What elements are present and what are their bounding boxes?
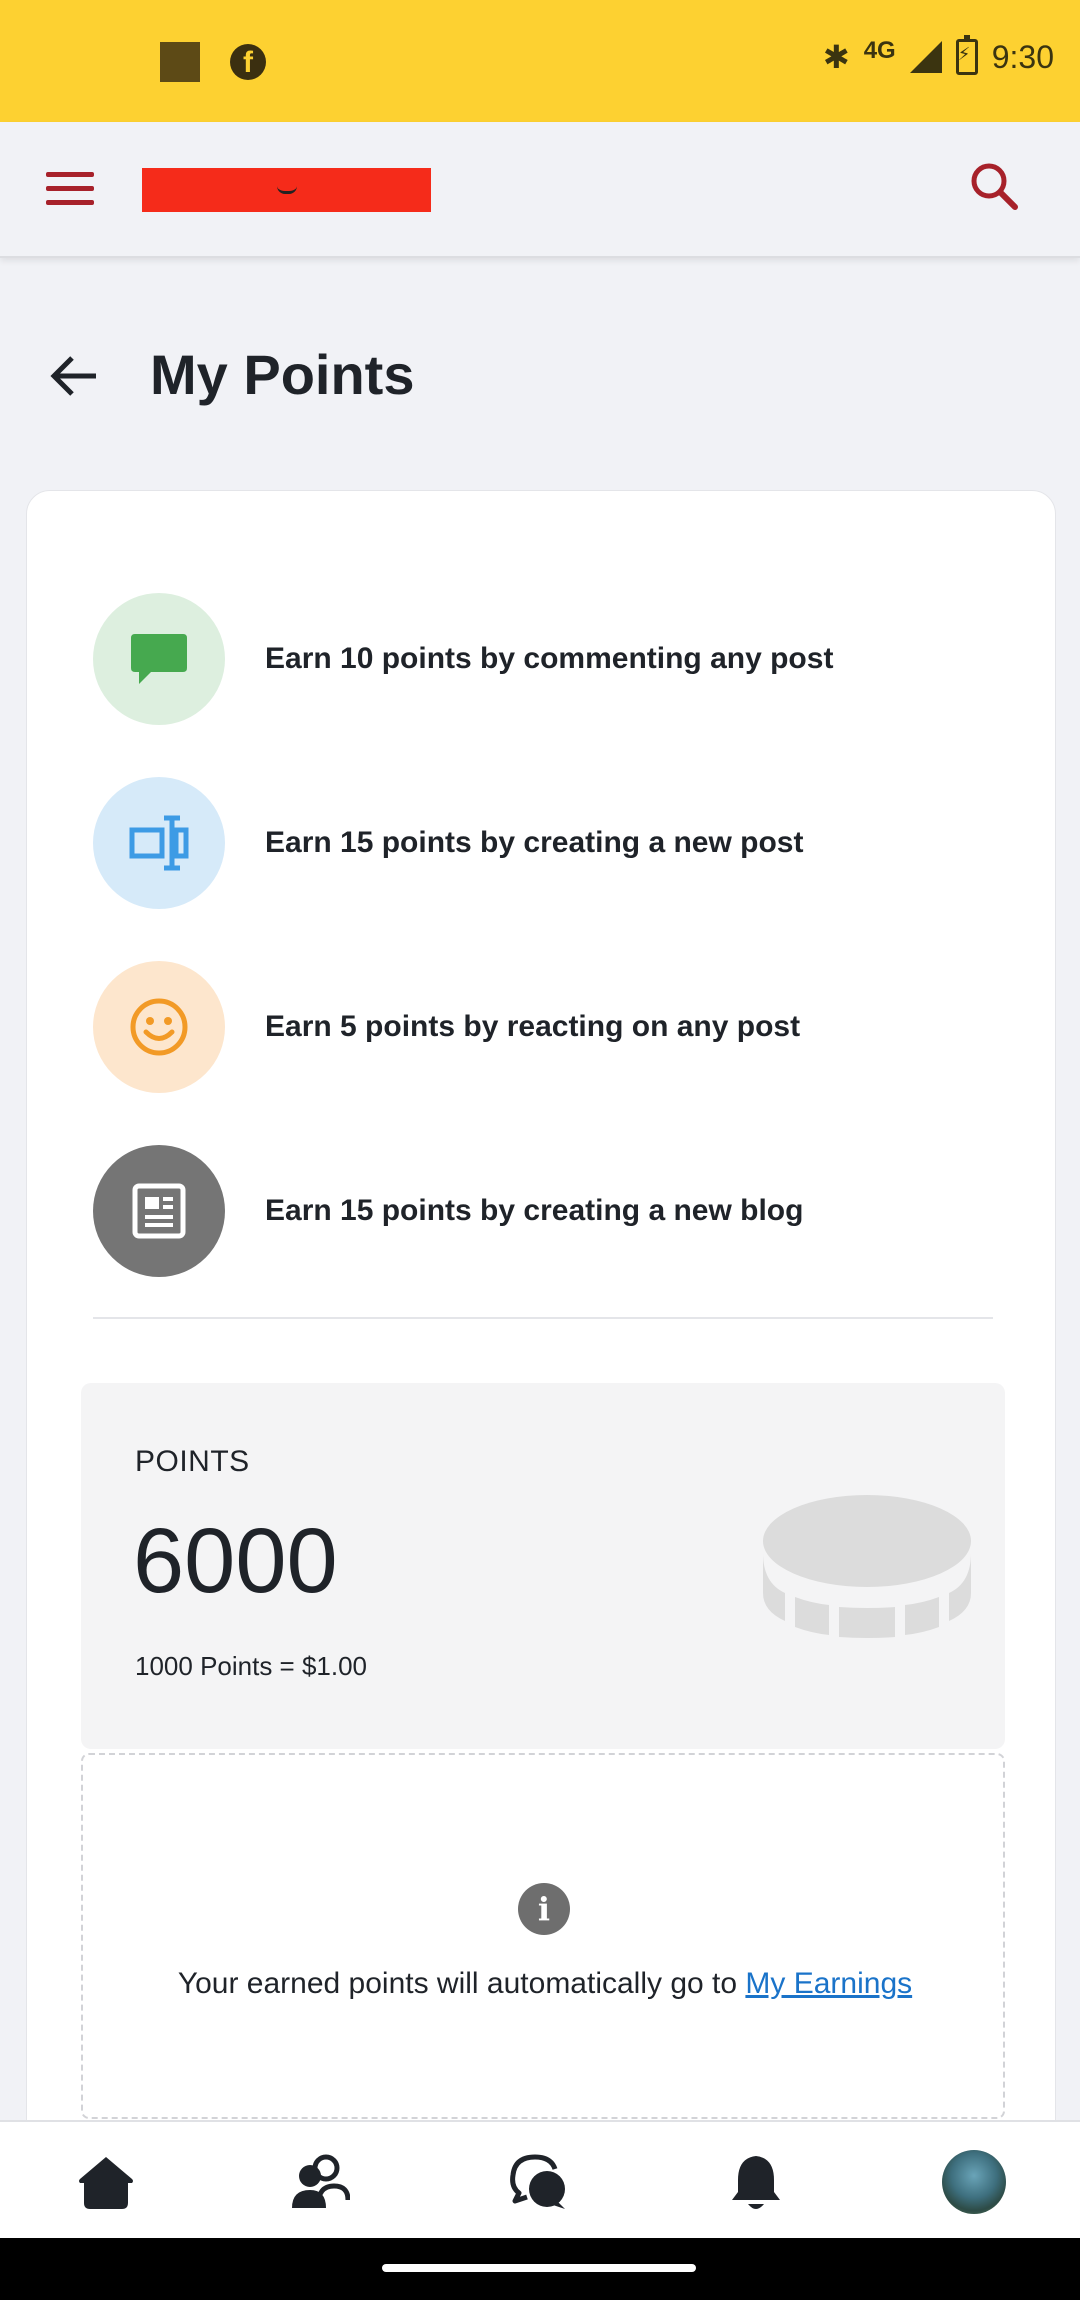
blog-icon-circle xyxy=(93,1145,225,1277)
info-box: i Your earned points will automatically … xyxy=(81,1753,1005,2119)
divider xyxy=(93,1317,993,1319)
friends-icon xyxy=(292,2154,350,2208)
earn-item-comment: Earn 10 points by commenting any post xyxy=(93,567,993,751)
avatar xyxy=(942,2150,1006,2214)
status-time: 9:30 xyxy=(991,38,1054,75)
menu-icon[interactable] xyxy=(46,172,94,206)
battery-icon xyxy=(955,35,978,75)
earn-item-label: Earn 15 points by creating a new post xyxy=(265,826,804,859)
blog-icon xyxy=(132,1183,186,1239)
status-bar: f ✱ 4G 9:30 xyxy=(0,0,1080,122)
earn-item-label: Earn 15 points by creating a new blog xyxy=(265,1194,804,1227)
network-type: 4G xyxy=(863,37,896,64)
smiley-icon-circle xyxy=(93,961,225,1093)
gesture-bar xyxy=(0,2238,1080,2300)
earn-item-post: Earn 15 points by creating a new post xyxy=(93,751,993,935)
nav-friends[interactable] xyxy=(288,2150,352,2214)
logo-mark-icon xyxy=(276,186,297,194)
coin-icon xyxy=(763,1495,971,1638)
nav-profile[interactable] xyxy=(942,2150,1006,2214)
points-summary: POINTS 6000 1000 Points = $1.00 xyxy=(81,1383,1005,1749)
notification-square-icon xyxy=(160,42,200,82)
bell-icon xyxy=(732,2156,780,2209)
my-earnings-link[interactable]: My Earnings xyxy=(745,1967,912,2000)
earn-item-label: Earn 5 points by reacting on any post xyxy=(265,1010,801,1043)
earn-item-label: Earn 10 points by commenting any post xyxy=(265,642,834,675)
post-edit-icon xyxy=(129,815,189,871)
earn-item-blog: Earn 15 points by creating a new blog xyxy=(93,1119,993,1303)
points-rate: 1000 Points = $1.00 xyxy=(135,1651,368,1681)
status-left: f xyxy=(160,42,266,82)
nav-chat[interactable] xyxy=(506,2150,570,2214)
earn-list: Earn 10 points by commenting any post Ea… xyxy=(93,567,993,1303)
earn-item-react: Earn 5 points by reacting on any post xyxy=(93,935,993,1119)
back-arrow-icon[interactable] xyxy=(46,348,102,404)
nav-home[interactable] xyxy=(74,2150,138,2214)
nav-notifications[interactable] xyxy=(724,2150,788,2214)
post-icon-circle xyxy=(93,777,225,909)
home-icon xyxy=(79,2157,133,2209)
signal-icon xyxy=(909,41,942,73)
comment-icon xyxy=(131,634,187,684)
status-right: ✱ 4G 9:30 xyxy=(822,35,1054,76)
facebook-icon: f xyxy=(230,44,266,80)
home-gesture-handle[interactable] xyxy=(382,2264,696,2272)
app-header xyxy=(0,122,1080,258)
bluetooth-icon: ✱ xyxy=(822,39,850,75)
smiley-icon xyxy=(130,998,188,1056)
points-card: Earn 10 points by commenting any post Ea… xyxy=(26,490,1056,2170)
info-message: Your earned points will automatically go… xyxy=(177,1967,746,2000)
chat-icon xyxy=(510,2154,565,2209)
search-icon[interactable] xyxy=(968,160,1020,212)
bottom-nav xyxy=(0,2120,1080,2238)
app-logo[interactable] xyxy=(142,168,431,212)
page-header: My Points xyxy=(0,330,1080,420)
page-title: My Points xyxy=(150,343,415,406)
info-icon: i xyxy=(518,1883,570,1935)
info-text: Your earned points will automatically go… xyxy=(83,1967,1007,2001)
comment-icon-circle xyxy=(93,593,225,725)
points-value: 6000 xyxy=(133,1510,338,1612)
points-label: POINTS xyxy=(135,1445,250,1478)
